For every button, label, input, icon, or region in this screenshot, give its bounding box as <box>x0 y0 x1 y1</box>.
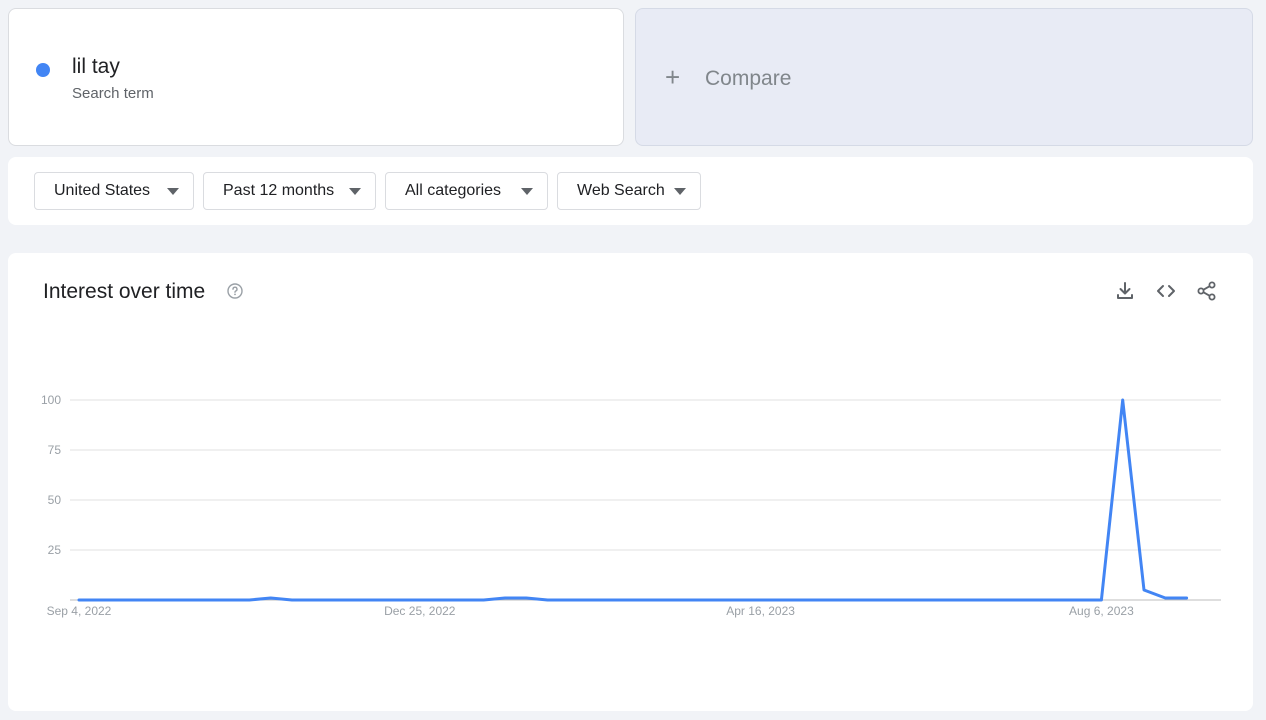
region-dropdown[interactable]: United States <box>34 172 194 210</box>
caret-down-icon <box>167 188 179 195</box>
y-tick-label: 25 <box>48 543 62 557</box>
y-tick-label: 100 <box>41 393 61 407</box>
category-dropdown[interactable]: All categories <box>385 172 548 210</box>
time-range-dropdown-label: Past 12 months <box>223 182 335 199</box>
plus-icon: + <box>665 62 681 92</box>
region-dropdown-label: United States <box>54 182 151 199</box>
interest-line-chart: 100 75 50 25 Sep 4, 2022 Dec 25, 2022 Apr 16, … <box>41 393 1221 618</box>
search-type-dropdown[interactable]: Web Search <box>557 172 701 210</box>
y-tick-label: 75 <box>48 443 62 457</box>
compare-label: Compare <box>705 67 792 90</box>
y-tick-label: 50 <box>48 493 62 507</box>
x-tick-label: Apr 16, 2023 <box>726 604 795 618</box>
caret-down-icon <box>349 188 361 195</box>
x-tick-label: Dec 25, 2022 <box>384 604 456 618</box>
interest-over-time-card: Interest over time 100 75 50 25 Sep 4, 2022 D… <box>8 253 1253 711</box>
caret-down-icon <box>521 188 533 195</box>
search-term-name[interactable]: lil tay <box>72 55 120 79</box>
series-color-dot <box>36 63 50 77</box>
search-term-subtitle: Search term <box>72 85 154 102</box>
search-type-dropdown-label: Web Search <box>577 182 665 199</box>
filter-bar: United States Past 12 months All categor… <box>8 157 1253 225</box>
compare-button[interactable]: + Compare <box>635 8 1253 146</box>
time-range-dropdown[interactable]: Past 12 months <box>203 172 376 210</box>
category-dropdown-label: All categories <box>405 182 502 199</box>
search-term-card[interactable]: lil tay Search term <box>8 8 624 146</box>
caret-down-icon <box>674 188 686 195</box>
x-tick-label: Aug 6, 2023 <box>1069 604 1134 618</box>
x-tick-label: Sep 4, 2022 <box>47 604 112 618</box>
